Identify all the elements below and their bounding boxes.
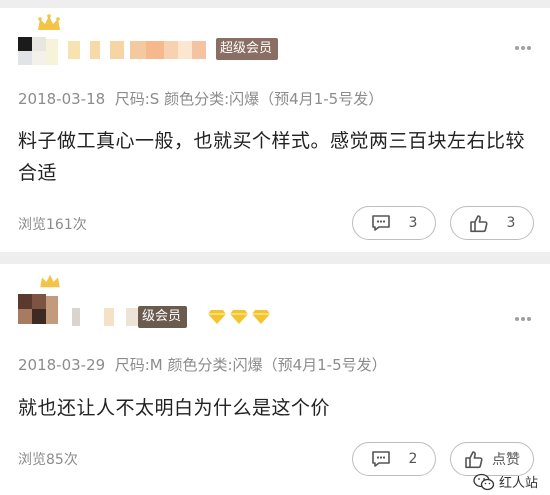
watermark-text: 红人站 — [498, 476, 538, 491]
diamond-icon — [208, 310, 226, 324]
review-text: 就也还让人不太明白为什么是这个价 — [18, 397, 331, 419]
review-text: 料子做工真心一般，也就买个样式。感觉两三百块左右比较合适 — [18, 130, 526, 184]
username-mosaic[interactable] — [68, 41, 206, 59]
like-count: 3 — [506, 215, 516, 231]
comment-count: 3 — [408, 215, 418, 231]
like-label: 点赞 — [492, 452, 520, 468]
view-count: 浏览85次 — [18, 452, 78, 468]
diamond-icon — [230, 310, 248, 324]
comment-button[interactable]: 3 — [352, 206, 436, 240]
diamond-icon — [252, 310, 270, 324]
review-size: 尺码:M — [114, 356, 163, 374]
review-size: 尺码:S — [114, 90, 160, 108]
review-presale: （预4月1-5号发） — [259, 90, 384, 108]
review-date: 2018-03-29 — [18, 356, 106, 374]
review-date: 2018-03-18 — [18, 90, 106, 108]
review-card: 级会员 2018-03-29 尺码:M 颜色分类:闪爆（预4月1-5号发） 就也… — [0, 264, 550, 495]
wechat-icon — [473, 473, 495, 490]
member-badge: 超级会员 — [216, 38, 279, 60]
review-color: 颜色分类:闪爆 — [167, 356, 263, 374]
review-meta: 2018-03-29 尺码:M 颜色分类:闪爆（预4月1-5号发） — [18, 354, 387, 375]
comment-icon — [371, 215, 390, 231]
avatar[interactable] — [18, 284, 58, 324]
crown-icon — [40, 274, 60, 288]
review-meta: 2018-03-18 尺码:S 颜色分类:闪爆（预4月1-5号发） — [18, 88, 383, 109]
comment-count: 2 — [408, 451, 418, 467]
view-count: 浏览161次 — [18, 217, 87, 233]
comment-button[interactable]: 2 — [352, 442, 436, 476]
member-badge: 级会员 — [138, 306, 188, 328]
username-mosaic[interactable] — [72, 308, 140, 326]
more-icon[interactable] — [514, 39, 532, 55]
like-button[interactable]: 3 — [450, 206, 534, 240]
diamond-rating — [207, 309, 271, 325]
more-icon[interactable] — [514, 310, 532, 326]
like-button[interactable]: 点赞 — [450, 442, 534, 476]
comment-icon — [371, 451, 390, 467]
crown-icon — [38, 14, 60, 30]
thumbs-up-icon — [465, 450, 483, 468]
thumbs-up-icon — [469, 214, 488, 232]
review-card: 超级会员 2018-03-18 尺码:S 颜色分类:闪爆（预4月1-5号发） 料… — [0, 8, 550, 252]
watermark: 红人站 — [473, 472, 538, 491]
review-presale: （预4月1-5号发） — [262, 356, 387, 374]
review-color: 颜色分类:闪爆 — [164, 90, 260, 108]
